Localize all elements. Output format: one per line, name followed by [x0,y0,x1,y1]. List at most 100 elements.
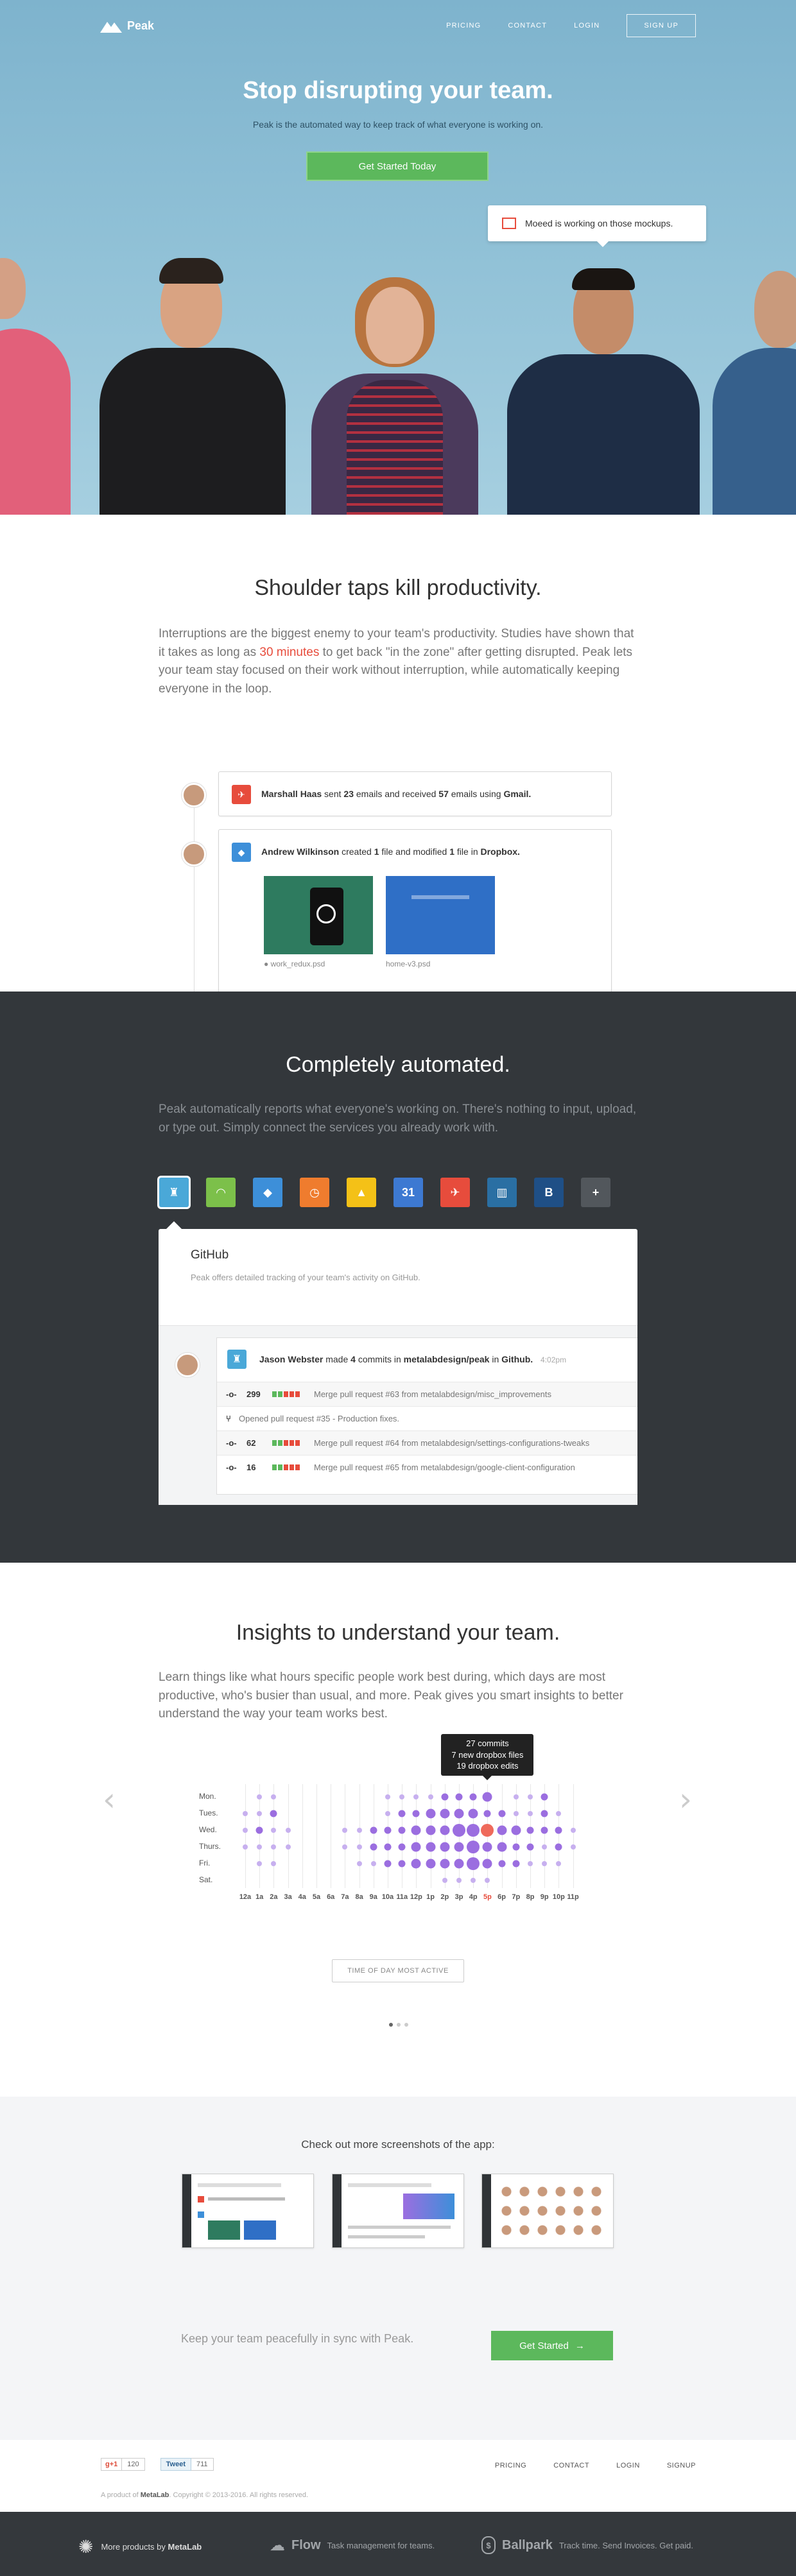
activity-dot[interactable] [440,1842,450,1852]
chevron-left-icon[interactable]: ‹ [103,1781,116,1818]
activity-dot[interactable] [411,1825,421,1835]
file-thumbnail-2[interactable] [386,876,495,954]
file-thumbnail-1[interactable] [264,876,373,954]
activity-dot[interactable] [556,1861,562,1866]
activity-dot[interactable] [426,1825,436,1835]
activity-dot[interactable] [384,1843,392,1851]
commit-row[interactable]: -o- 16 Merge pull request #65 from metalab… [217,1455,637,1479]
screenshot-thumb-2[interactable] [332,2174,464,2248]
activity-dot[interactable] [255,1826,263,1834]
activity-dot[interactable] [482,1792,492,1802]
basecamp-icon[interactable]: ◠ [206,1178,236,1207]
activity-dot[interactable] [426,1808,436,1819]
activity-dot[interactable] [370,1826,377,1834]
activity-dot[interactable] [398,1810,406,1817]
nav-link-pricing[interactable]: PRICING [446,22,481,30]
activity-dot[interactable] [385,1811,390,1816]
activity-dot[interactable] [428,1794,433,1799]
logo[interactable]: Peak [100,19,154,33]
add-icon[interactable]: + [581,1178,610,1207]
activity-dot[interactable] [570,1828,576,1833]
activity-dot[interactable] [497,1842,507,1852]
activity-dot[interactable] [285,1828,291,1833]
pager-dot-2[interactable] [397,2023,401,2027]
activity-dot[interactable] [356,1828,362,1833]
tweet-button[interactable]: Tweet 711 [160,2458,214,2471]
activity-dot[interactable] [453,1824,465,1837]
activity-dot[interactable] [398,1826,406,1834]
paper-plane-icon[interactable]: ✈ [440,1178,470,1207]
activity-dot[interactable] [426,1842,436,1852]
activity-dot[interactable] [556,1811,562,1816]
gplus-button[interactable]: g+1 120 [101,2458,145,2471]
activity-dot[interactable] [271,1861,277,1866]
activity-dot[interactable] [485,1878,490,1883]
activity-dot[interactable] [542,1861,548,1866]
activity-dot[interactable] [512,1843,520,1851]
activity-dot[interactable] [257,1844,263,1850]
activity-dot[interactable] [497,1825,507,1835]
flow-product[interactable]: ☁ Flow Task management for teams. [270,2536,435,2555]
activity-dot[interactable] [243,1844,248,1850]
activity-dot[interactable] [356,1861,362,1866]
activity-dot[interactable] [498,1860,506,1868]
screenshot-thumb-3[interactable] [481,2174,614,2248]
activity-dot[interactable] [384,1860,392,1868]
footer-link-contact[interactable]: CONTACT [553,2462,589,2469]
activity-dot[interactable] [384,1826,392,1834]
chevron-right-icon[interactable]: › [679,1781,692,1818]
clock-icon[interactable]: ◷ [300,1178,329,1207]
trello-icon[interactable]: ▥ [487,1178,517,1207]
activity-dot[interactable] [468,1808,478,1819]
activity-dot[interactable] [413,1794,419,1799]
activity-dot[interactable] [454,1808,464,1819]
activity-dot[interactable] [513,1811,519,1816]
activity-dot[interactable] [271,1794,277,1799]
activity-dot[interactable] [385,1794,390,1799]
activity-dot[interactable] [270,1810,277,1817]
screenshot-thumb-1[interactable] [182,2174,314,2248]
activity-dot[interactable] [512,1860,520,1868]
dropbox-icon[interactable]: ◆ [253,1178,282,1207]
ballpark-product[interactable]: $ Ballpark Track time. Send Invoices. Ge… [481,2536,693,2554]
activity-dot[interactable] [541,1793,548,1801]
activity-dot[interactable] [442,1878,447,1883]
activity-dot[interactable] [342,1828,348,1833]
activity-dot[interactable] [511,1825,521,1835]
activity-dot[interactable] [528,1811,533,1816]
activity-dot[interactable] [541,1826,548,1834]
activity-dot[interactable] [271,1844,277,1850]
activity-dot[interactable] [455,1793,463,1801]
time-of-day-button[interactable]: TIME OF DAY MOST ACTIVE [332,1959,464,1982]
nav-link-login[interactable]: LOGIN [574,22,600,30]
activity-dot[interactable] [526,1843,534,1851]
activity-dot[interactable] [467,1841,480,1853]
activity-dot[interactable] [342,1844,348,1850]
activity-dot[interactable] [356,1844,362,1850]
get-started-button[interactable]: Get Started Today [306,151,489,181]
activity-dot[interactable] [398,1843,406,1851]
activity-dot[interactable] [542,1844,548,1850]
pager-dot-3[interactable] [404,2023,408,2027]
activity-dot[interactable] [399,1794,405,1799]
activity-dot[interactable] [467,1824,480,1837]
activity-dot[interactable] [426,1859,436,1869]
activity-dot[interactable] [243,1811,248,1816]
activity-dot[interactable] [411,1859,421,1869]
activity-dot[interactable] [570,1844,576,1850]
activity-dot[interactable] [454,1859,464,1869]
drive-icon[interactable]: ▲ [347,1178,376,1207]
activity-dot[interactable] [257,1794,263,1799]
activity-dot[interactable] [469,1793,477,1801]
activity-dot[interactable] [440,1808,450,1819]
metalab-link[interactable]: MetaLab [141,2491,169,2499]
activity-dot[interactable] [467,1857,480,1870]
activity-dot[interactable] [498,1810,506,1817]
activity-dot[interactable] [271,1828,277,1833]
commit-row[interactable]: -o- 299 Merge pull request #63 from metala… [217,1382,637,1406]
activity-dot[interactable] [398,1860,406,1868]
activity-dot[interactable] [513,1794,519,1799]
activity-dot[interactable] [482,1842,492,1852]
activity-dot[interactable] [440,1825,450,1835]
footer-link-pricing[interactable]: PRICING [495,2462,526,2469]
